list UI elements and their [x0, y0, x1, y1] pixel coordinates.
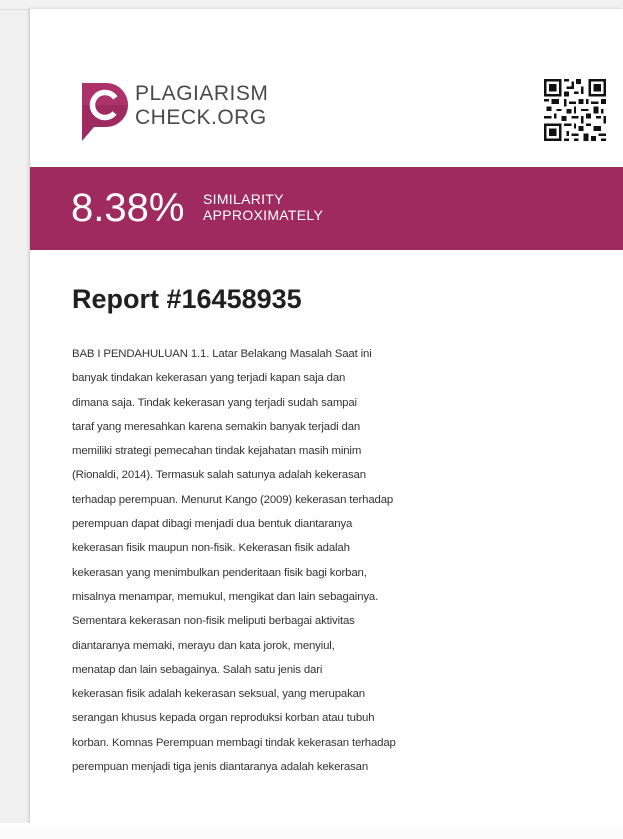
brand-name: PLAGIARISM CHECK.ORG — [135, 82, 268, 130]
report-text-line: korban. Komnas Perempuan membagi tindak … — [72, 736, 396, 749]
document-viewer[interactable]: PLAGIARISM CHECK.ORG 8.38% SIMILARITY AP… — [0, 0, 623, 839]
brand-line-2: CHECK.ORG — [135, 106, 267, 129]
report-text-line: perempuan menjadi tiga jenis diantaranya… — [72, 761, 369, 774]
report-title: Report #16458935 — [72, 284, 302, 314]
similarity-label-line-1: SIMILARITY — [203, 191, 284, 207]
report-text-line: terhadap perempuan. Menurut Kango (2009)… — [72, 493, 394, 506]
report-text-line: diantaranya memaki, merayu dan kata joro… — [72, 639, 335, 652]
similarity-percent: 8.38% — [71, 186, 185, 230]
qr-code-icon — [544, 79, 606, 141]
report-text-line: kekerasan fisik maupun non-fisik. Kekera… — [72, 542, 350, 555]
report-text-line: menatap dan lain sebagainya. Salah satu … — [72, 663, 323, 676]
viewer-bottom-edge — [0, 823, 623, 839]
report-text-line: (Rionaldi, 2014). Termasuk salah satunya… — [72, 469, 366, 482]
report-text-line: memiliki strategi pemecahan tindak kejah… — [72, 445, 362, 458]
report-text-line: perempuan dapat dibagi menjadi dua bentu… — [72, 518, 353, 531]
report-text-line: BAB I PENDAHULUAN 1.1. Latar Belakang Ma… — [72, 348, 372, 360]
similarity-label: SIMILARITY APPROXIMATELY — [203, 191, 323, 223]
report-body-text: BAB I PENDAHULUAN 1.1. Latar Belakang Ma… — [72, 342, 472, 779]
similarity-banner: 8.38% SIMILARITY APPROXIMATELY — [30, 167, 623, 250]
report-text-line: serangan khusus kepada organ reproduksi … — [72, 712, 375, 725]
report-page: PLAGIARISM CHECK.ORG 8.38% SIMILARITY AP… — [30, 9, 623, 839]
plagiarism-check-logo-icon — [82, 83, 128, 141]
report-text-line: banyak tindakan kekerasan yang terjadi k… — [72, 372, 346, 385]
report-text-line: misalnya menampar, memukul, mengikat dan… — [72, 590, 379, 603]
report-text-line: Sementara kekerasan non-fisik meliputi b… — [72, 615, 355, 628]
brand-line-1: PLAGIARISM — [135, 82, 269, 105]
report-text-line: taraf yang meresahkan karena semakin ban… — [72, 420, 361, 433]
report-text-line: kekerasan fisik adalah kekerasan seksual… — [72, 688, 365, 701]
similarity-label-line-2: APPROXIMATELY — [203, 207, 324, 223]
report-text-line: kekerasan yang menimbulkan penderitaan f… — [72, 566, 367, 579]
report-text-line: dimana saja. Tindak kekerasan yang terja… — [72, 396, 357, 409]
